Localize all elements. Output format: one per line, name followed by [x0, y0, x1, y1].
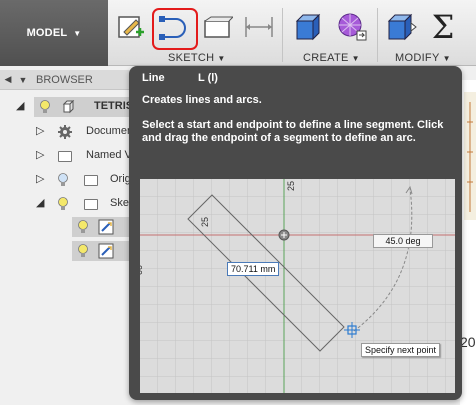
- chevron-down-icon: ▼: [351, 54, 360, 63]
- press-pull-button[interactable]: [384, 10, 420, 44]
- sketch-icon: [98, 219, 114, 235]
- workspace-label: MODEL: [26, 27, 68, 39]
- fusion-window: MODEL ▼ SKETCH ▼ CREATE ▼ Σ MODIFY ▼ ◀ ▼…: [0, 0, 476, 405]
- create-sketch-icon: [118, 16, 144, 38]
- workspace-switcher[interactable]: MODEL ▼: [0, 0, 108, 66]
- parameters-button[interactable]: Σ: [425, 8, 461, 46]
- tree-item-origin[interactable]: ▷ Orig: [0, 169, 140, 191]
- divider: [377, 8, 378, 62]
- create-sketch-button[interactable]: [114, 10, 148, 44]
- canvas-dimension-text: 20: [460, 334, 476, 350]
- pattern-icon: [338, 13, 367, 41]
- tooltip-summary: Creates lines and arcs.: [142, 94, 262, 106]
- toolbar: MODEL ▼ SKETCH ▼ CREATE ▼ Σ MODIFY ▼: [0, 0, 476, 66]
- tree-item-sketch[interactable]: [0, 216, 140, 238]
- chevron-down-icon: ▼: [217, 54, 226, 63]
- folder-icon: [84, 175, 98, 186]
- pattern-button[interactable]: [333, 10, 369, 44]
- sketch-icon: [98, 243, 114, 259]
- visibility-bulb-icon[interactable]: [58, 197, 68, 211]
- create-group-label: CREATE: [303, 52, 349, 64]
- modify-group-label: MODIFY: [395, 52, 440, 64]
- tree-item-sketch[interactable]: [0, 240, 140, 262]
- rectangle-tool-button[interactable]: [200, 12, 234, 42]
- expand-arrow-icon[interactable]: ▷: [36, 124, 44, 137]
- modify-group-menu[interactable]: MODIFY ▼: [395, 52, 451, 64]
- canvas-edge[interactable]: 20: [460, 80, 476, 405]
- visibility-bulb-icon[interactable]: [78, 220, 88, 234]
- collapse-arrow-icon[interactable]: ◢: [16, 99, 24, 112]
- chevron-down-icon: ▼: [73, 28, 82, 38]
- folder-icon: [84, 199, 98, 210]
- browser-title: BROWSER: [36, 73, 93, 86]
- sigma-icon: Σ: [431, 8, 455, 46]
- line-tool-tooltip: Line L (l) Creates lines and arcs. Selec…: [129, 66, 462, 400]
- tree-item-named-views[interactable]: ▷ Named V: [0, 145, 140, 167]
- visibility-bulb-icon[interactable]: [58, 173, 68, 187]
- rectangle-icon: [204, 16, 233, 38]
- collapse-panel-icon[interactable]: ◀: [0, 74, 16, 85]
- dimension-tool-button[interactable]: [242, 12, 276, 42]
- gear-icon: [58, 125, 72, 139]
- tree-item-label: Orig: [110, 173, 131, 185]
- dimension-label-edge: 00: [140, 264, 144, 275]
- sketch-group-label: SKETCH: [168, 52, 215, 64]
- dimension-icon: [245, 17, 273, 37]
- dimension-marks: [464, 92, 476, 220]
- extrude-button[interactable]: [290, 10, 326, 44]
- tree-root-row[interactable]: ◢ TETRIS: [0, 96, 140, 118]
- tooltip-shortcut: L (l): [198, 72, 218, 84]
- length-input: 70.711 mm: [227, 262, 280, 276]
- tooltip-illustration: 25 25 00 70.711 mm 45.0 deg Specify next…: [140, 179, 455, 393]
- line-tool-illustration: [140, 179, 455, 393]
- tree-item-sketches[interactable]: ◢ Ske: [0, 193, 140, 215]
- box-icon: [295, 13, 321, 41]
- chevron-down-icon: ▼: [442, 54, 451, 63]
- create-group-menu[interactable]: CREATE ▼: [303, 52, 360, 64]
- tree-item-label: Ske: [110, 197, 129, 209]
- expand-arrow-icon[interactable]: ▷: [36, 148, 44, 161]
- sketch-group-menu[interactable]: SKETCH ▼: [168, 52, 226, 64]
- tree-item-label: Documen: [86, 125, 134, 137]
- angle-input: 45.0 deg: [373, 234, 433, 248]
- visibility-bulb-icon[interactable]: [40, 100, 50, 114]
- expand-arrow-icon[interactable]: ▷: [36, 172, 44, 185]
- dimension-label-top: 25: [286, 180, 296, 191]
- collapse-arrow-icon[interactable]: ◢: [36, 196, 44, 209]
- component-icon: [62, 100, 75, 114]
- visibility-bulb-icon[interactable]: [78, 244, 88, 258]
- dimension-label-left: 25: [200, 216, 210, 227]
- tree-item-label: Named V: [86, 149, 132, 161]
- root-component-label: TETRIS: [94, 100, 134, 112]
- expand-browser-icon[interactable]: ▼: [16, 75, 30, 85]
- press-pull-icon: [387, 13, 417, 41]
- tooltip-title: Line: [142, 72, 165, 84]
- tooltip-description: Select a start and endpoint to define a …: [142, 119, 444, 144]
- hint-tooltip: Specify next point: [361, 343, 441, 357]
- folder-icon: [58, 151, 72, 162]
- tree-item-document-settings[interactable]: ▷ Documen: [0, 121, 140, 143]
- line-tool-highlight: [152, 8, 198, 50]
- divider: [282, 8, 283, 62]
- browser-header: ◀ ▼ BROWSER: [0, 70, 140, 90]
